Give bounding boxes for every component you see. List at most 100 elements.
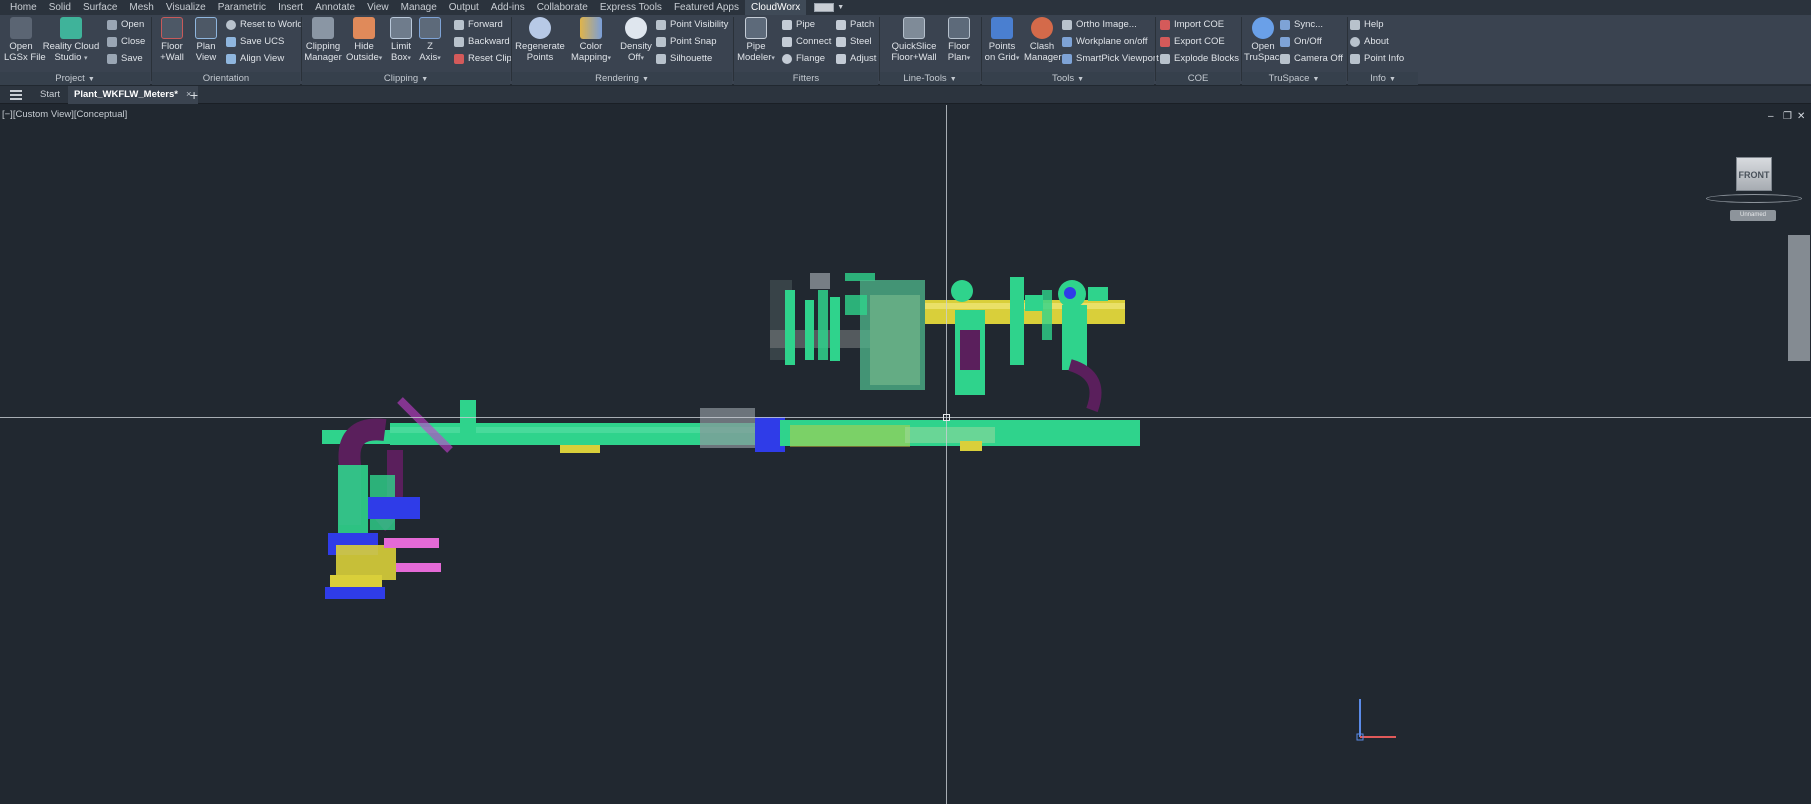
point-info-button[interactable]: Point Info — [1350, 51, 1404, 66]
menu-cloudworx[interactable]: CloudWorx — [744, 0, 807, 15]
tools-group-label[interactable]: Tools ▼ — [982, 72, 1154, 85]
tab-start[interactable]: Start — [34, 86, 66, 104]
color-mapping-button[interactable]: Color Mapping▾ — [570, 17, 612, 64]
hamburger-menu-icon[interactable] — [10, 90, 22, 100]
steel-button[interactable]: Steel — [836, 34, 872, 49]
menu-bar: Home Solid Surface Mesh Visualize Parame… — [0, 0, 1811, 15]
menu-manage[interactable]: Manage — [395, 0, 443, 15]
point-snap-button[interactable]: Point Snap — [656, 34, 716, 49]
open-lgsx-button[interactable]: Open LGSx File — [4, 17, 46, 63]
menu-featured-apps[interactable]: Featured Apps — [668, 0, 745, 15]
quickslice-button[interactable]: QuickSlice Floor+Wall — [888, 17, 940, 63]
menu-collaborate[interactable]: Collaborate — [531, 0, 594, 15]
workplane-button[interactable]: Workplane on/off — [1062, 34, 1147, 49]
menu-insert[interactable]: Insert — [272, 0, 309, 15]
explode-blocks-button[interactable]: Explode Blocks — [1160, 51, 1239, 66]
pipe-button[interactable]: Pipe — [782, 17, 815, 32]
chevron-down-icon: ▼ — [949, 76, 957, 83]
floor-wall-button[interactable]: Floor +Wall — [156, 17, 188, 63]
menu-parametric[interactable]: Parametric — [212, 0, 272, 15]
points-on-grid-button[interactable]: Points on Grid▾ — [984, 17, 1020, 64]
onoff-button[interactable]: On/Off — [1280, 34, 1322, 49]
menu-express-tools[interactable]: Express Tools — [594, 0, 668, 15]
plan-view-icon — [195, 17, 217, 39]
save-ucs-button[interactable]: Save UCS — [226, 34, 284, 49]
pipe-modeler-icon — [745, 17, 767, 39]
pipe-modeler-button[interactable]: Pipe Modeler▾ — [736, 17, 776, 64]
camera-icon — [1280, 53, 1290, 64]
workspace-switch-arrow-icon[interactable]: ▼ — [837, 4, 844, 11]
viewcube-compass-ring[interactable] — [1706, 194, 1802, 203]
flange-button[interactable]: Flange — [782, 51, 825, 66]
backward-button[interactable]: Backward — [454, 34, 510, 49]
rendering-group-label[interactable]: Rendering ▼ — [512, 72, 732, 85]
menu-solid[interactable]: Solid — [43, 0, 77, 15]
menu-mesh[interactable]: Mesh — [123, 0, 159, 15]
new-tab-button[interactable]: + — [190, 86, 198, 104]
chevron-down-icon: ▾ — [966, 55, 971, 62]
adjust-button[interactable]: Adjust — [836, 51, 876, 66]
open-button[interactable]: Open — [107, 17, 144, 32]
export-coe-button[interactable]: Export COE — [1160, 34, 1225, 49]
truspace-group-label[interactable]: TruSpace ▼ — [1242, 72, 1346, 85]
viewcube-front-face[interactable]: FRONT — [1736, 157, 1772, 191]
camera-off-button[interactable]: Camera Off — [1280, 51, 1343, 66]
z-axis-button[interactable]: Z Axis▾ — [418, 17, 442, 64]
sync-icon — [1280, 19, 1290, 30]
ucs-axis-icon — [1356, 699, 1396, 741]
floor-plan-button[interactable]: Floor Plan▾ — [944, 17, 974, 64]
reset-clip-button[interactable]: Reset Clip — [454, 51, 512, 66]
forward-button[interactable]: Forward — [454, 17, 503, 32]
menu-annotate[interactable]: Annotate — [309, 0, 361, 15]
connect-button[interactable]: Connect — [782, 34, 831, 49]
project-group-label[interactable]: Project ▼ — [0, 72, 150, 85]
backward-icon — [454, 36, 464, 47]
reset-to-world-button[interactable]: Reset to World — [226, 17, 303, 32]
save-button[interactable]: Save — [107, 51, 143, 66]
silhouette-button[interactable]: Silhouette — [656, 51, 712, 66]
ucs-menu-unnamed[interactable]: Unnamed — [1730, 210, 1776, 221]
align-view-button[interactable]: Align View — [226, 51, 284, 66]
restore-viewport-icon[interactable]: ❐ — [1783, 111, 1792, 122]
menu-output[interactable]: Output — [443, 0, 485, 15]
patch-button[interactable]: Patch — [836, 17, 874, 32]
ortho-image-button[interactable]: Ortho Image... — [1062, 17, 1137, 32]
import-coe-button[interactable]: Import COE — [1160, 17, 1224, 32]
close-viewport-icon[interactable]: ✕ — [1797, 111, 1805, 122]
ortho-image-icon — [1062, 19, 1072, 30]
about-button[interactable]: About — [1350, 34, 1389, 49]
menu-view[interactable]: View — [361, 0, 395, 15]
menu-addins[interactable]: Add-ins — [485, 0, 531, 15]
density-off-button[interactable]: Density Off▾ — [616, 17, 656, 64]
adjust-icon — [836, 53, 846, 64]
ribbon-group-info: Help About Point Info Info ▼ — [1348, 15, 1418, 85]
reality-cloud-studio-button[interactable]: Reality Cloud Studio ▾ — [42, 17, 100, 64]
navigation-bar[interactable] — [1788, 235, 1810, 361]
orientation-group-label: Orientation — [152, 72, 300, 85]
close-button[interactable]: Close — [107, 34, 145, 49]
tab-plant-wkflw-meters[interactable]: Plant_WKFLW_Meters* × — [68, 86, 198, 104]
ribbon-group-line-tools: QuickSlice Floor+Wall Floor Plan▾ Line-T… — [880, 15, 980, 85]
menu-surface[interactable]: Surface — [77, 0, 123, 15]
info-group-label[interactable]: Info ▼ — [1348, 72, 1418, 85]
menu-visualize[interactable]: Visualize — [160, 0, 212, 15]
menu-home[interactable]: Home — [4, 0, 43, 15]
point-visibility-button[interactable]: Point Visibility — [656, 17, 728, 32]
regenerate-points-button[interactable]: Regenerate Points — [514, 17, 566, 63]
clipping-group-label[interactable]: Clipping ▼ — [302, 72, 510, 85]
line-tools-group-label[interactable]: Line-Tools ▼ — [880, 72, 980, 85]
viewport-label[interactable]: [−][Custom View][Conceptual] — [2, 109, 127, 120]
sync-button[interactable]: Sync... — [1280, 17, 1323, 32]
plan-view-button[interactable]: Plan View — [190, 17, 222, 63]
save-icon — [107, 53, 117, 64]
hide-outside-button[interactable]: Hide Outside▾ — [346, 17, 382, 64]
clash-manager-button[interactable]: Clash Manager — [1024, 17, 1062, 63]
workspace-switch[interactable] — [814, 3, 835, 12]
open-truspace-button[interactable]: Open TruSpace — [1244, 17, 1285, 63]
clipping-manager-button[interactable]: Clipping Manager — [304, 17, 342, 63]
help-button[interactable]: Help — [1350, 17, 1384, 32]
minimize-viewport-icon[interactable]: – — [1768, 111, 1774, 122]
drawing-viewport[interactable]: [−][Custom View][Conceptual] – ❐ ✕ FRONT… — [0, 105, 1811, 804]
limit-box-button[interactable]: Limit Box▾ — [386, 17, 416, 64]
smartpick-viewport-button[interactable]: SmartPick Viewport — [1062, 51, 1159, 66]
